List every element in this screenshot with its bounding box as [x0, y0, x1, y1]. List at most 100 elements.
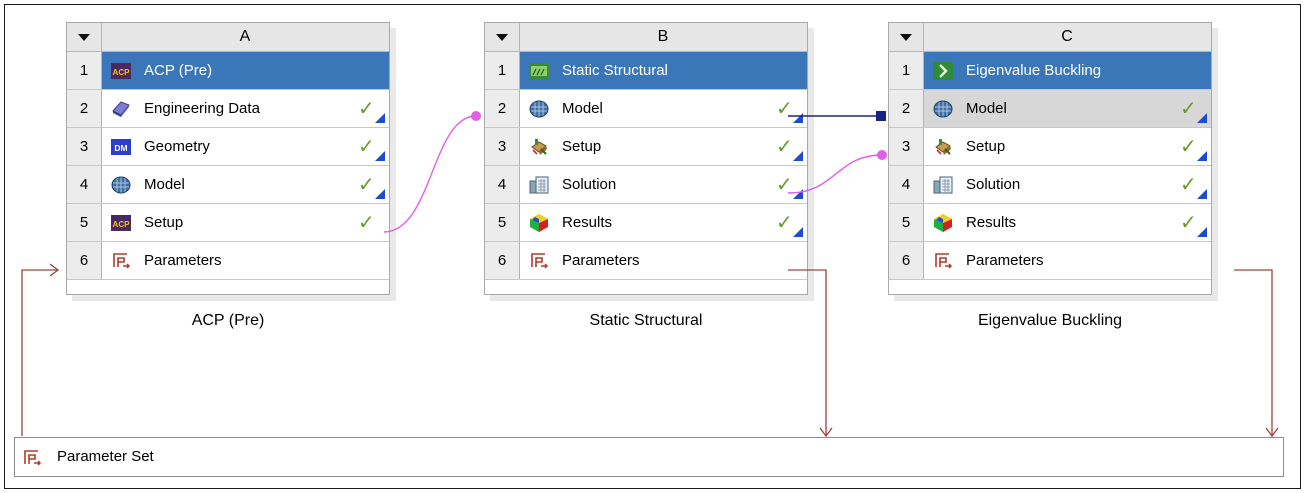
cell-corner-triangle-icon[interactable]: [375, 113, 385, 123]
cell-content[interactable]: Setup ✓: [520, 128, 807, 165]
cell-content[interactable]: DM Geometry ✓: [102, 128, 389, 165]
cell-label: Results: [562, 214, 613, 231]
system-name[interactable]: ACP (Pre): [66, 309, 390, 333]
parameters-icon: [111, 251, 131, 271]
cell-row-number: 5: [485, 204, 520, 241]
cell-row-solution[interactable]: 4 Solution ✓: [485, 166, 807, 204]
cell-content[interactable]: Parameters: [520, 242, 807, 279]
cell-row-acp-pre[interactable]: 1 ACP ACP (Pre): [67, 52, 389, 90]
results-icon: [529, 213, 549, 233]
cell-corner-triangle-icon[interactable]: [793, 227, 803, 237]
cell-corner-triangle-icon[interactable]: [793, 189, 803, 199]
cell-row-setup[interactable]: 3 Setup ✓: [889, 128, 1211, 166]
up-to-date-check-icon: ✓: [358, 174, 375, 196]
cell-row-parameters[interactable]: 6 Parameters: [485, 242, 807, 280]
cell-corner-triangle-icon[interactable]: [1197, 151, 1207, 161]
cell-row-results[interactable]: 5 Results ✓: [889, 204, 1211, 242]
cell-content[interactable]: Engineering Data ✓: [102, 90, 389, 127]
cell-label: Model: [562, 100, 603, 117]
results-icon: [933, 213, 953, 233]
cell-row-model[interactable]: 4 Model ✓: [67, 166, 389, 204]
up-to-date-check-icon: ✓: [776, 174, 793, 196]
system-name[interactable]: Eigenvalue Buckling: [888, 309, 1212, 333]
cell-row-number: 2: [485, 90, 520, 127]
cell-row-number: 1: [889, 52, 924, 89]
parameter-set-bar[interactable]: Parameter Set: [14, 437, 1284, 477]
cell-label: Model: [966, 100, 1007, 117]
cell-row-setup[interactable]: 5 ACP Setup ✓: [67, 204, 389, 242]
cell-row-parameters[interactable]: 6 Parameters: [889, 242, 1211, 280]
cell-row-number: 5: [889, 204, 924, 241]
cell-row-geometry[interactable]: 3 DM Geometry ✓: [67, 128, 389, 166]
cell-row-model[interactable]: 2 Model ✓: [889, 90, 1211, 128]
cell-content[interactable]: ACP ACP (Pre): [102, 52, 389, 89]
acp-icon: ACP: [111, 61, 131, 81]
up-to-date-check-icon: ✓: [1180, 174, 1197, 196]
system-header: C: [889, 23, 1211, 52]
cell-content[interactable]: Eigenvalue Buckling: [924, 52, 1211, 89]
cell-row-static-structural[interactable]: 1 Static Structural: [485, 52, 807, 90]
cell-label: Solution: [562, 176, 617, 193]
cell-row-number: 1: [67, 52, 102, 89]
cell-corner-triangle-icon[interactable]: [1197, 189, 1207, 199]
up-to-date-check-icon: ✓: [358, 98, 375, 120]
engineering-data-icon: [111, 99, 131, 119]
system-header: A: [67, 23, 389, 52]
cell-label: Setup: [966, 138, 1006, 155]
cell-label: Eigenvalue Buckling: [966, 62, 1102, 79]
cell-corner-triangle-icon[interactable]: [793, 151, 803, 161]
system-menu-dropdown[interactable]: [67, 23, 102, 51]
cell-row-setup[interactable]: 3 Setup ✓: [485, 128, 807, 166]
cell-content[interactable]: Static Structural: [520, 52, 807, 89]
cell-label: Parameters: [144, 252, 222, 269]
cell-row-engineering-data[interactable]: 2 Engineering Data ✓: [67, 90, 389, 128]
system-letter: C: [1061, 28, 1073, 45]
system-table[interactable]: C 1 Eigenvalue Buckling 2 Model ✓ 3 Setup ✓ 4 Sol…: [888, 22, 1212, 295]
system-menu-dropdown[interactable]: [889, 23, 924, 51]
cell-content[interactable]: Model ✓: [924, 90, 1211, 127]
cell-content[interactable]: Model ✓: [102, 166, 389, 203]
parameters-icon: [529, 251, 549, 271]
system-table[interactable]: B 1 Static Structural 2 Model ✓ 3 Setup ✓ 4 Solut…: [484, 22, 808, 295]
static-structural-icon: [529, 61, 549, 81]
cell-content[interactable]: Results ✓: [520, 204, 807, 241]
cell-content[interactable]: Solution ✓: [924, 166, 1211, 203]
parameter-set-label: Parameter Set: [57, 448, 154, 465]
cell-content[interactable]: ACP Setup ✓: [102, 204, 389, 241]
up-to-date-check-icon: ✓: [776, 98, 793, 120]
cell-row-number: 3: [67, 128, 102, 165]
system-letter: B: [657, 28, 669, 45]
cell-row-parameters[interactable]: 6 Parameters: [67, 242, 389, 280]
cell-row-number: 6: [67, 242, 102, 279]
cell-corner-triangle-icon[interactable]: [375, 189, 385, 199]
system-letter: A: [239, 28, 251, 45]
cell-content[interactable]: Parameters: [102, 242, 389, 279]
cell-row-eigenvalue-buckling[interactable]: 1 Eigenvalue Buckling: [889, 52, 1211, 90]
system-name[interactable]: Static Structural: [484, 309, 808, 333]
cell-row-number: 6: [889, 242, 924, 279]
up-to-date-check-icon: ✓: [776, 212, 793, 234]
cell-row-model[interactable]: 2 Model ✓: [485, 90, 807, 128]
system-menu-dropdown[interactable]: [485, 23, 520, 51]
cell-corner-triangle-icon[interactable]: [1197, 113, 1207, 123]
cell-content[interactable]: Setup ✓: [924, 128, 1211, 165]
cell-content[interactable]: Results ✓: [924, 204, 1211, 241]
cell-label: ACP (Pre): [144, 62, 213, 79]
cell-corner-triangle-icon[interactable]: [793, 113, 803, 123]
cell-content[interactable]: Solution ✓: [520, 166, 807, 203]
up-to-date-check-icon: ✓: [1180, 136, 1197, 158]
eigenvalue-buckling-icon: [933, 61, 953, 81]
cell-label: Static Structural: [562, 62, 668, 79]
cell-content[interactable]: Parameters: [924, 242, 1211, 279]
cell-row-number: 2: [889, 90, 924, 127]
cell-corner-triangle-icon[interactable]: [1197, 227, 1207, 237]
cell-content[interactable]: Model ✓: [520, 90, 807, 127]
cell-label: Model: [144, 176, 185, 193]
cell-corner-triangle-icon[interactable]: [375, 151, 385, 161]
solution-icon: [529, 175, 549, 195]
cell-row-solution[interactable]: 4 Solution ✓: [889, 166, 1211, 204]
system-header: B: [485, 23, 807, 52]
cell-row-results[interactable]: 5 Results ✓: [485, 204, 807, 242]
system-table[interactable]: A 1 ACP ACP (Pre) 2 Engineering Data ✓ 3 DM Geom…: [66, 22, 390, 295]
up-to-date-check-icon: ✓: [358, 212, 375, 234]
